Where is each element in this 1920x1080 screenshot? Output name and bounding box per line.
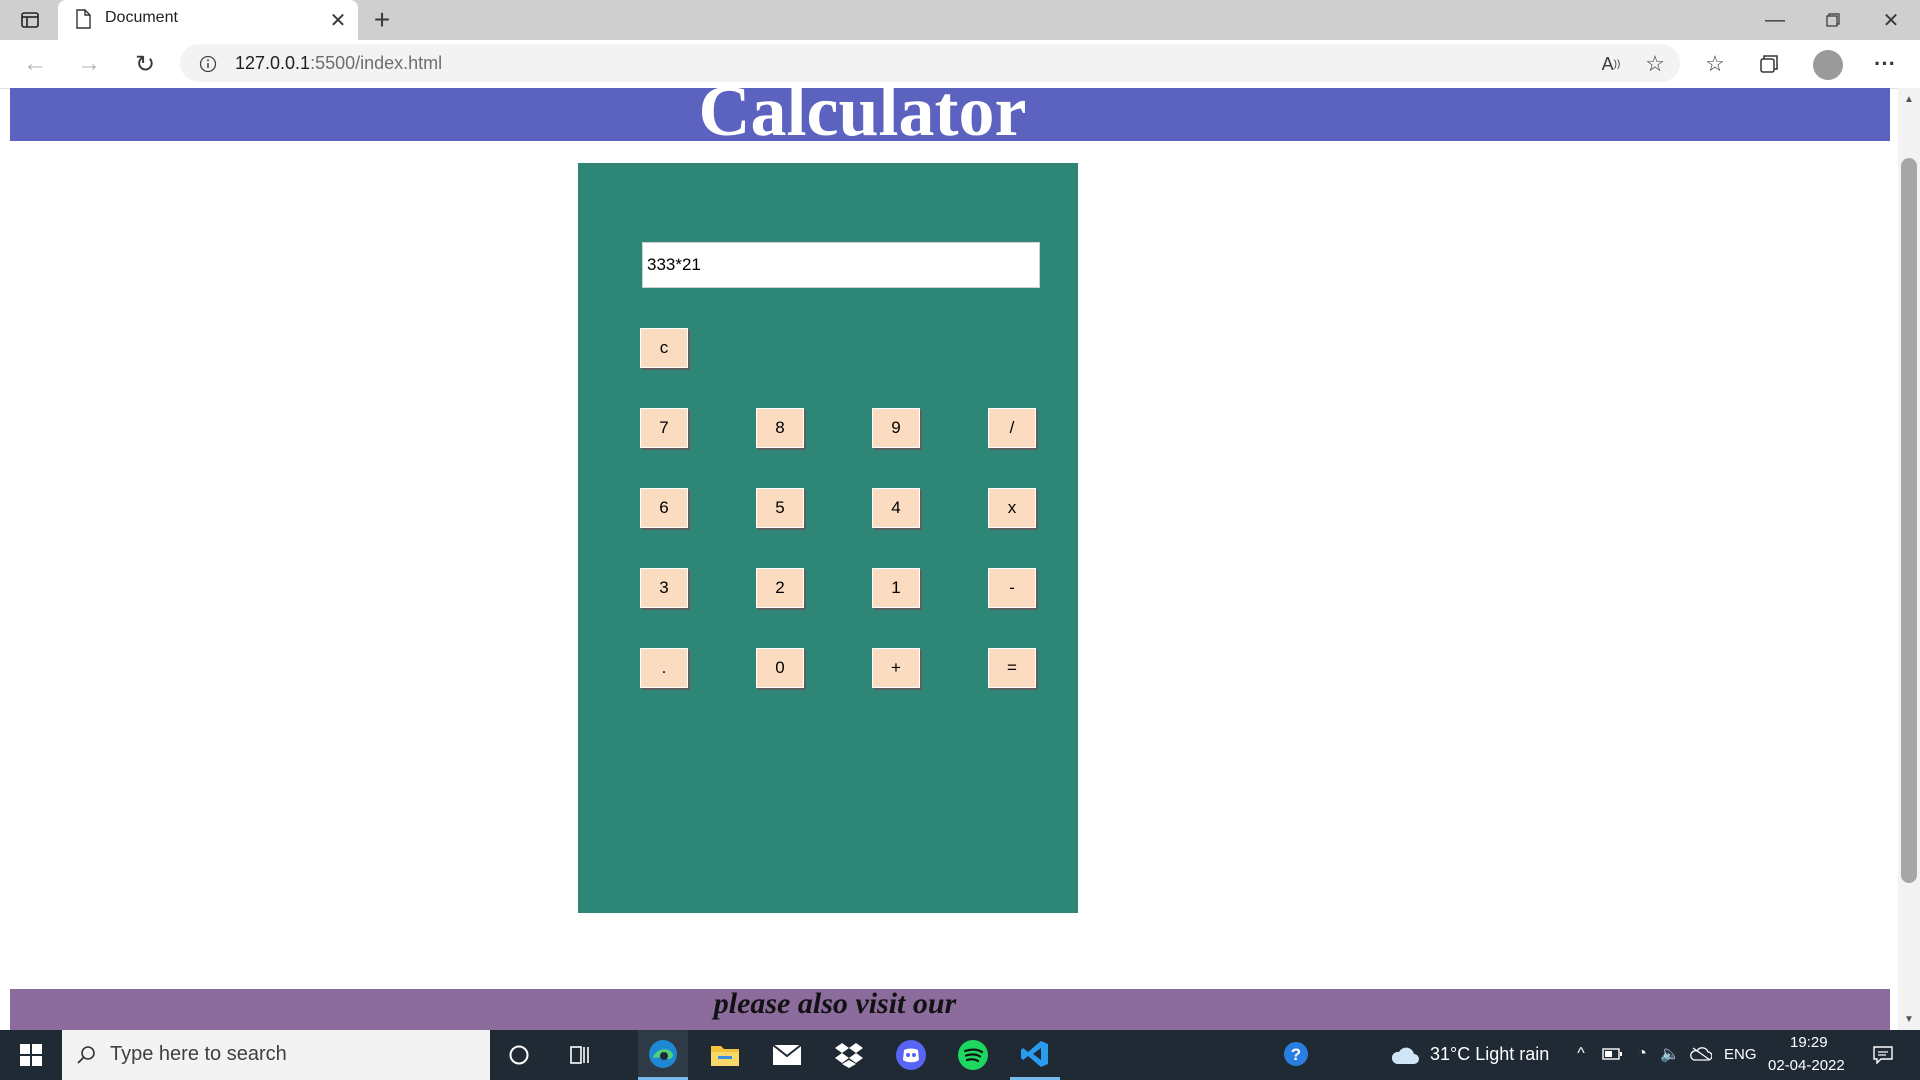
volume-icon[interactable]: 🔈 [1658, 1042, 1682, 1066]
clock-time[interactable]: 19:29 [1790, 1034, 1828, 1051]
more-options-icon[interactable]: ··· [1870, 50, 1900, 78]
key-2[interactable]: 2 [756, 568, 804, 608]
profile-avatar[interactable] [1813, 50, 1843, 80]
dropbox-icon[interactable] [824, 1030, 874, 1080]
file-explorer-icon[interactable] [700, 1030, 750, 1080]
clock-date[interactable]: 02-04-2022 [1768, 1057, 1845, 1074]
scrollbar-thumb[interactable] [1901, 158, 1917, 883]
key-6[interactable]: 6 [640, 488, 688, 528]
clear-button[interactable]: c [640, 328, 688, 368]
edge-browser-icon[interactable] [638, 1030, 688, 1080]
wifi-icon[interactable]: ◔ [1630, 1042, 1654, 1066]
key-multiply[interactable]: x [988, 488, 1036, 528]
onedrive-icon[interactable] [1688, 1042, 1714, 1066]
scroll-down-icon[interactable]: ▼ [1900, 1010, 1918, 1028]
help-icon[interactable]: ? [1272, 1030, 1322, 1080]
close-window-icon[interactable]: ✕ [1876, 6, 1906, 34]
page-title: Calculator [698, 71, 1027, 151]
cortana-icon[interactable] [494, 1030, 544, 1080]
weather-cloud-icon[interactable] [1380, 1030, 1430, 1080]
key-add[interactable]: + [872, 648, 920, 688]
key-3[interactable]: 3 [640, 568, 688, 608]
restore-icon[interactable] [1818, 6, 1848, 34]
task-view-icon[interactable] [555, 1030, 605, 1080]
scroll-up-icon[interactable]: ▲ [1900, 90, 1918, 108]
browser-tab[interactable] [58, 0, 358, 40]
key-5[interactable]: 5 [756, 488, 804, 528]
tab-actions-icon[interactable] [18, 8, 42, 32]
battery-icon[interactable] [1600, 1042, 1624, 1066]
footer-text: please also visit our [713, 987, 957, 1020]
windows-start-icon[interactable] [6, 1030, 56, 1080]
key-1[interactable]: 1 [872, 568, 920, 608]
language-indicator[interactable]: ENG [1724, 1046, 1757, 1063]
key-4[interactable]: 4 [872, 488, 920, 528]
key-0[interactable]: 0 [756, 648, 804, 688]
mail-icon[interactable] [762, 1030, 812, 1080]
notifications-icon[interactable] [1868, 1040, 1898, 1070]
key-8[interactable]: 8 [756, 408, 804, 448]
discord-icon[interactable] [886, 1030, 936, 1080]
minimize-icon[interactable]: — [1760, 6, 1790, 34]
document-icon [72, 8, 94, 30]
svg-text:?: ? [1291, 1045, 1301, 1064]
vscode-icon[interactable] [1010, 1030, 1060, 1080]
search-icon [72, 1040, 100, 1070]
close-tab-icon[interactable]: ✕ [326, 8, 350, 32]
tab-title: Document [105, 9, 178, 26]
weather-text[interactable]: 31°C Light rain [1430, 1044, 1549, 1065]
calculator-display[interactable] [642, 242, 1040, 288]
key-divide[interactable]: / [988, 408, 1036, 448]
key-decimal[interactable]: . [640, 648, 688, 688]
key-9[interactable]: 9 [872, 408, 920, 448]
key-subtract[interactable]: - [988, 568, 1036, 608]
show-hidden-icons-chevron[interactable]: ^ [1570, 1042, 1592, 1066]
collections-icon[interactable] [1754, 50, 1784, 78]
taskbar-search-placeholder: Type here to search [110, 1043, 287, 1065]
key-equals[interactable]: = [988, 648, 1036, 688]
key-7[interactable]: 7 [640, 408, 688, 448]
new-tab-icon[interactable]: + [368, 4, 396, 35]
spotify-icon[interactable] [948, 1030, 998, 1080]
